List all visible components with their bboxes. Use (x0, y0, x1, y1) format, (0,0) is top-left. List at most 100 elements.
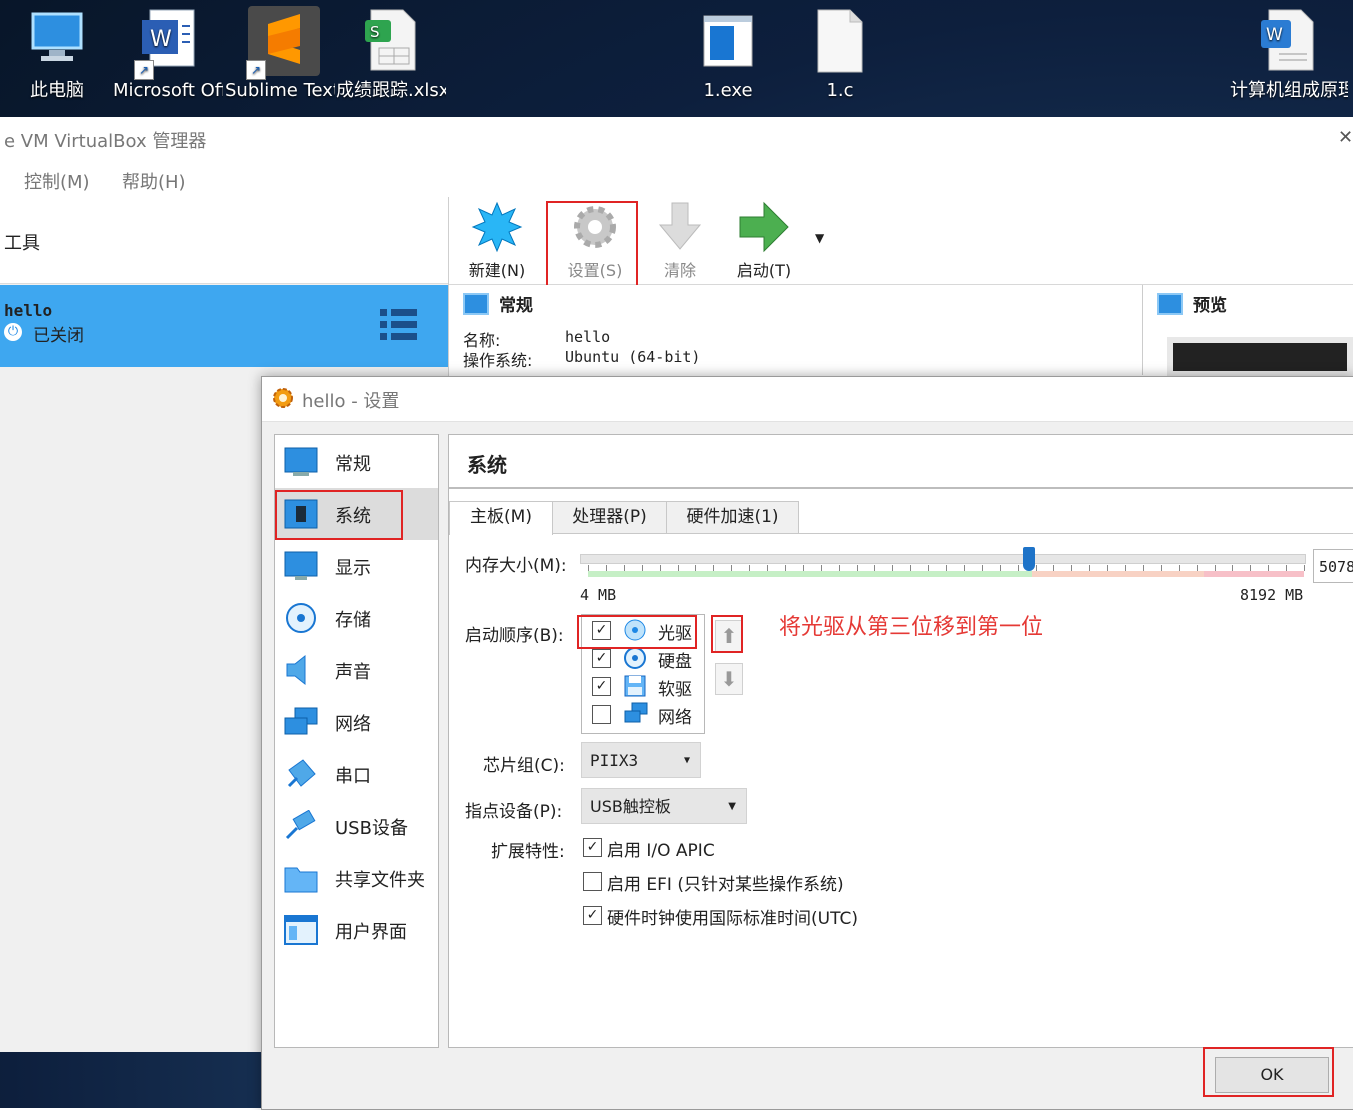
desktop-icon-label: 此电脑 (30, 80, 84, 101)
main-toolbar: 新建(N) 设置(S) 清除 启动(T) ▼ (449, 197, 1353, 291)
menu-bar: 控制(M) 帮助(H) (0, 161, 1353, 197)
desktop-icon-label: 计算机组成原理期末复习 (1230, 80, 1348, 101)
chipset-select[interactable]: PIIX3 ▼ (581, 742, 701, 778)
memory-tick (1071, 565, 1073, 571)
power-off-icon: ⏻ (4, 323, 22, 341)
category-shared-folders[interactable]: 共享文件夹 (275, 852, 438, 904)
desktop-icon-sublime[interactable]: ↗ Sublime Text 3 (225, 6, 335, 102)
memory-slider-track[interactable] (580, 554, 1306, 564)
boot-item-checkbox[interactable]: ✓ (592, 677, 611, 696)
ok-button[interactable]: OK (1215, 1057, 1329, 1093)
category-usb[interactable]: USB设备 (275, 800, 438, 852)
category-list: 常规 系统 显示 存储 声音 网络 串口 USB设备 共享文件夹 用户界面 (274, 434, 439, 1048)
category-label: 常规 (335, 454, 371, 475)
memory-label: 内存大小(M): (465, 556, 567, 576)
boot-item-harddisk[interactable]: ✓ 硬盘 (582, 643, 704, 672)
os-label: 操作系统: (463, 351, 533, 370)
boot-item-checkbox[interactable]: ✓ (592, 649, 611, 668)
category-label: 串口 (335, 766, 371, 787)
discard-button-label: 清除 (663, 261, 696, 280)
boot-item-network[interactable]: 网络 (582, 699, 704, 728)
utc-checkbox[interactable]: ✓ (583, 906, 602, 925)
svg-text:S: S (370, 23, 380, 41)
category-network[interactable]: 网络 (275, 696, 438, 748)
memory-tick (1125, 565, 1126, 571)
memory-tick (874, 565, 876, 571)
vm-state: 已关闭 (33, 326, 84, 346)
memory-slider-thumb[interactable] (1022, 547, 1035, 571)
boot-item-checkbox[interactable] (592, 705, 611, 724)
preview-icon (1157, 293, 1183, 315)
shared-folder-icon (283, 862, 319, 894)
chevron-down-icon: ▼ (683, 755, 690, 766)
ioapic-checkbox[interactable]: ✓ (583, 838, 602, 857)
word-icon: W ↗ (134, 6, 200, 80)
category-serial[interactable]: 串口 (275, 748, 438, 800)
pointing-device-select[interactable]: USB触控板 ▼ (581, 788, 747, 824)
memory-tick (784, 565, 786, 571)
memory-value-input[interactable]: 5078 (1313, 549, 1353, 583)
new-button[interactable]: 新建(N) (457, 201, 537, 281)
tab-motherboard[interactable]: 主板(M) (449, 501, 553, 535)
tools-row[interactable]: 工具 (0, 197, 448, 284)
move-up-button[interactable]: ⬆ (715, 620, 743, 652)
desktop-icon-exe[interactable]: 1.exe (673, 6, 783, 102)
dialog-titlebar: hello - 设置 (262, 377, 1353, 422)
page-header: 系统 (449, 435, 1353, 489)
memory-tick (713, 565, 715, 571)
desktop-icon-label: 1.exe (703, 80, 753, 101)
new-button-label: 新建(N) (468, 261, 526, 280)
memory-tick (1178, 565, 1180, 571)
settings-button[interactable]: 设置(S) (555, 201, 635, 281)
vm-list-item[interactable]: hello ⏻ 已关闭 (0, 285, 448, 367)
tab-acceleration[interactable]: 硬件加速(1) (666, 501, 799, 533)
category-audio[interactable]: 声音 (275, 644, 438, 696)
desktop-icon-word-doc[interactable]: W 计算机组成原理期末复习 (1230, 6, 1348, 102)
start-button[interactable]: 启动(T) (724, 201, 804, 281)
settings-button-label: 设置(S) (567, 261, 623, 280)
desktop-icon-label: Sublime Text 3 (225, 80, 335, 101)
category-storage[interactable]: 存储 (275, 592, 438, 644)
category-system[interactable]: 系统 (275, 488, 438, 540)
tab-bar: 主板(M) 处理器(P) 硬件加速(1) (449, 501, 1353, 535)
boot-item-label: 软驱 (658, 680, 692, 700)
category-display[interactable]: 显示 (275, 540, 438, 592)
speaker-icon (283, 654, 319, 686)
vm-menu-icon[interactable] (380, 307, 418, 348)
discard-button[interactable]: 清除 (640, 201, 720, 281)
category-general[interactable]: 常规 (275, 436, 438, 488)
memory-tick (963, 565, 965, 571)
boot-item-optical[interactable]: ✓ 光驱 (582, 615, 704, 646)
memory-tick (928, 565, 930, 571)
shortcut-arrow-icon: ↗ (134, 60, 154, 80)
memory-tick (1107, 565, 1109, 571)
desktop-icon-label: 1.c (826, 80, 854, 101)
boot-item-floppy[interactable]: ✓ 软驱 (582, 671, 704, 700)
general-icon (283, 446, 319, 478)
start-dropdown-icon[interactable]: ▼ (815, 231, 824, 245)
dialog-title: hello - 设置 (302, 391, 400, 412)
desktop-icon-this-pc[interactable]: 此电脑 (2, 6, 112, 102)
start-button-label: 启动(T) (736, 261, 792, 280)
memory-tick (1304, 565, 1305, 571)
menu-help[interactable]: 帮助(H) (122, 168, 186, 194)
desktop-icon-spreadsheet[interactable]: S 成绩跟踪.xlsx (336, 6, 446, 102)
memory-tick (1268, 565, 1270, 571)
virtualbox-logo-icon (272, 387, 294, 414)
close-icon[interactable]: ✕ (1338, 127, 1353, 148)
network-icon (283, 706, 319, 738)
optical-disc-icon (624, 619, 646, 646)
tab-processor[interactable]: 处理器(P) (552, 501, 667, 533)
category-user-interface[interactable]: 用户界面 (275, 904, 438, 956)
memory-tick (659, 565, 661, 571)
desktop-icon-word[interactable]: W ↗ Microsoft Office Wor (113, 6, 223, 102)
efi-checkbox[interactable] (583, 872, 602, 891)
desktop-icon-label: 成绩跟踪.xlsx (336, 80, 446, 101)
preview-screen (1167, 337, 1353, 377)
boot-item-checkbox[interactable]: ✓ (592, 621, 611, 640)
menu-control[interactable]: 控制(M) (24, 168, 90, 194)
desktop-icon-c-file[interactable]: 1.c (785, 6, 895, 102)
boot-order-list: ✓ 光驱 ✓ 硬盘 ✓ 软驱 网络 (581, 614, 705, 734)
usb-icon (283, 809, 319, 842)
move-down-button[interactable]: ⬇ (715, 663, 743, 695)
